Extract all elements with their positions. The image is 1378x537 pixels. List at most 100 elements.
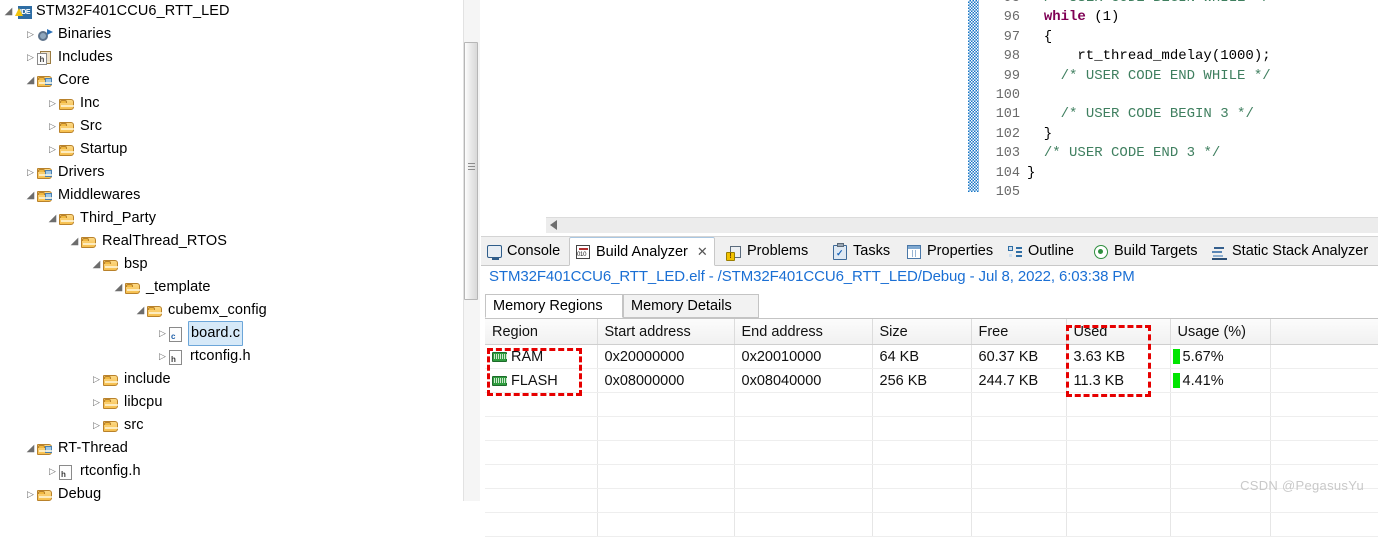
subtab-memory-regions[interactable]: Memory Regions <box>485 294 623 318</box>
tab-build-analyzer[interactable]: Build Analyzer ✕ <box>569 237 715 266</box>
code-line[interactable]: /* USER CODE BEGIN WHILE */ <box>1027 0 1377 8</box>
cell-empty <box>734 392 873 417</box>
tree-item-cubemx-config[interactable]: cubemx_config <box>0 299 462 322</box>
chevron-down-icon[interactable] <box>134 299 147 322</box>
table-body[interactable]: RAM 0x20000000 0x20010000 64 KB 60.37 KB 3.63… <box>485 344 1378 537</box>
chevron-right-icon[interactable] <box>90 391 103 414</box>
code-line[interactable]: /* USER CODE END 3 */ <box>1027 144 1377 163</box>
project-tree[interactable]: STM32F401CCU6_RTT_LED Binaries Includes Cor… <box>0 0 462 501</box>
chevron-right-icon[interactable] <box>46 115 59 138</box>
cell-end-address: 0x08040000 <box>734 368 873 393</box>
chevron-down-icon[interactable] <box>2 0 15 23</box>
tree-item-libcpu[interactable]: libcpu <box>0 391 462 414</box>
scroll-left-arrow-icon[interactable] <box>550 220 557 230</box>
tree-item-bsp[interactable]: bsp <box>0 253 462 276</box>
column-header[interactable]: Free <box>971 319 1067 345</box>
tree-item-third-party[interactable]: Third_Party <box>0 207 462 230</box>
tab-properties[interactable]: Properties <box>901 237 999 265</box>
tab-tasks[interactable]: Tasks <box>827 237 896 265</box>
tab-static-stack-analyzer[interactable]: Static Stack Analyzer <box>1206 237 1374 265</box>
cell-empty <box>597 416 735 441</box>
tree-item-rtconfig-h[interactable]: rtconfig.h <box>0 460 462 483</box>
code-line[interactable]: } <box>1027 125 1377 144</box>
tree-item-src[interactable]: src <box>0 414 462 437</box>
tree-item-includes[interactable]: Includes <box>0 46 462 69</box>
code-line[interactable]: while (1) <box>1027 8 1377 27</box>
tab-console[interactable]: Console <box>481 237 566 265</box>
column-header[interactable]: Region <box>485 319 598 345</box>
chevron-right-icon[interactable] <box>46 92 59 115</box>
chevron-right-icon[interactable] <box>46 460 59 483</box>
tree-item-binaries[interactable]: Binaries <box>0 23 462 46</box>
chevron-right-icon[interactable] <box>90 368 103 391</box>
tree-item-debug[interactable]: Debug <box>0 483 462 501</box>
code-line[interactable]: { <box>1027 28 1377 47</box>
tree-item-stm32f401ccu6-rtt-led[interactable]: STM32F401CCU6_RTT_LED <box>0 0 462 23</box>
chevron-down-icon[interactable] <box>24 437 37 460</box>
code-line[interactable] <box>1027 86 1377 105</box>
chevron-down-icon[interactable] <box>24 69 37 92</box>
tree-item-src[interactable]: Src <box>0 115 462 138</box>
project-explorer[interactable]: STM32F401CCU6_RTT_LED Binaries Includes Cor… <box>0 0 462 501</box>
table-row[interactable]: RAM 0x20000000 0x20010000 64 KB 60.37 KB 3.63… <box>485 344 1378 369</box>
tab-build-targets[interactable]: Build Targets <box>1088 237 1204 265</box>
column-header[interactable]: Start address <box>597 319 735 345</box>
code-line[interactable] <box>1027 183 1377 202</box>
code-line[interactable]: rt_thread_mdelay(1000); <box>1027 47 1377 66</box>
tree-item-startup[interactable]: Startup <box>0 138 462 161</box>
code-line[interactable]: } <box>1027 164 1377 183</box>
chevron-right-icon[interactable] <box>156 345 169 368</box>
chevron-right-icon[interactable] <box>24 23 37 46</box>
chevron-down-icon[interactable] <box>68 230 81 253</box>
chevron-down-icon[interactable] <box>24 184 37 207</box>
memory-regions-table[interactable]: Region Start address End address Size Free Us… <box>485 318 1378 537</box>
tree-item-realthread-rtos[interactable]: RealThread_RTOS <box>0 230 462 253</box>
column-header[interactable] <box>1270 319 1378 345</box>
chevron-right-icon[interactable] <box>24 46 37 69</box>
tree-item--template[interactable]: _template <box>0 276 462 299</box>
chevron-right-icon[interactable] <box>90 414 103 437</box>
chevron-down-icon[interactable] <box>90 253 103 276</box>
code-line[interactable]: /* USER CODE END WHILE */ <box>1027 67 1377 86</box>
usage-bar <box>1172 349 1180 364</box>
tab-problems[interactable]: Problems <box>721 237 814 265</box>
line-number: 102 <box>995 126 1020 142</box>
tree-item-middlewares[interactable]: Middlewares <box>0 184 462 207</box>
code-editor[interactable]: 95 96 97 98 99 100 101 102 103 104 105 /* USER COD… <box>481 0 1378 215</box>
tree-item-label: rtconfig.h <box>80 463 141 479</box>
chevron-right-icon[interactable] <box>156 322 169 345</box>
tree-item-drivers[interactable]: Drivers <box>0 161 462 184</box>
table-row[interactable]: FLASH 0x08000000 0x08040000 256 KB 244.7 KB 1… <box>485 368 1378 393</box>
chevron-right-icon[interactable] <box>24 483 37 501</box>
tree-item-label: _template <box>146 279 211 295</box>
code-line[interactable]: /* USER CODE BEGIN 3 */ <box>1027 105 1377 124</box>
chevron-right-icon[interactable] <box>24 161 37 184</box>
tab-outline[interactable]: Outline <box>1002 237 1080 265</box>
tree-item-rt-thread[interactable]: RT-Thread <box>0 437 462 460</box>
tree-item-rtconfig-h[interactable]: rtconfig.h <box>0 345 462 368</box>
tree-item-label: Startup <box>80 141 128 157</box>
chevron-down-icon[interactable] <box>46 207 59 230</box>
editor-code-area[interactable]: /* USER CODE BEGIN WHILE */ while (1) { … <box>1027 0 1377 204</box>
view-tab-bar[interactable]: Console Build Analyzer ✕ Problems Tasks Prope… <box>481 237 1378 266</box>
cell-empty <box>872 464 972 489</box>
column-header[interactable]: Usage (%) <box>1170 319 1271 345</box>
close-icon[interactable]: ✕ <box>697 244 708 260</box>
column-header[interactable]: Used <box>1066 319 1171 345</box>
subtab-memory-details[interactable]: Memory Details <box>623 294 759 318</box>
cell-empty <box>597 464 735 489</box>
elf-file-link[interactable]: STM32F401CCU6_RTT_LED.elf - /STM32F401CC… <box>489 268 1135 285</box>
tree-item-core[interactable]: Core <box>0 69 462 92</box>
chevron-right-icon[interactable] <box>46 138 59 161</box>
column-header[interactable]: Size <box>872 319 972 345</box>
cell-used: 3.63 KB <box>1066 344 1171 369</box>
tree-item-include[interactable]: include <box>0 368 462 391</box>
chevron-down-icon[interactable] <box>112 276 125 299</box>
editor-horizontal-scrollbar[interactable] <box>546 217 1378 233</box>
tree-item-inc[interactable]: Inc <box>0 92 462 115</box>
explorer-scrollbar-thumb[interactable] <box>464 42 478 300</box>
column-header[interactable]: End address <box>734 319 873 345</box>
line-number: 96 <box>1003 10 1020 26</box>
tree-item-board-c[interactable]: board.c <box>0 320 462 346</box>
tree-item-label: Binaries <box>58 26 112 42</box>
